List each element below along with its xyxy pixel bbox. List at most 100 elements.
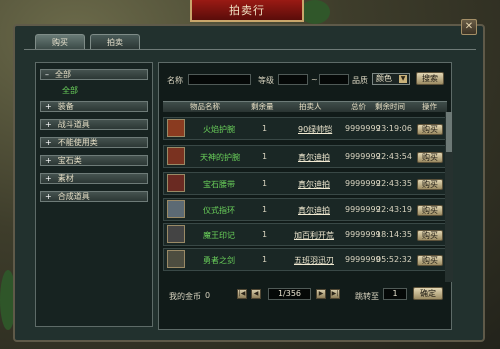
quality-label: 品质 xyxy=(352,76,368,85)
jump-page-input[interactable]: 1 xyxy=(383,288,407,300)
category-synthesis[interactable]: + 合成道具 xyxy=(40,191,148,202)
category-label: 素材 xyxy=(57,174,74,183)
footer-bar: 我的金币 0 |◀ ◀ 1/356 ▶ ▶| 跳转至 1 确定 xyxy=(163,285,447,303)
item-name: 仪式指环 xyxy=(203,206,235,215)
category-label: 全部 xyxy=(55,70,71,79)
item-time: 22:43:19 xyxy=(376,205,412,214)
category-materials[interactable]: + 素材 xyxy=(40,173,148,184)
collapse-icon: – xyxy=(45,70,49,79)
prev-page-icon[interactable]: ◀ xyxy=(251,289,261,299)
tab-divider xyxy=(24,49,476,50)
item-time: 18:14:35 xyxy=(376,230,412,239)
col-seller: 拍卖人 xyxy=(299,102,322,111)
item-qty: 1 xyxy=(262,152,268,161)
category-unusable[interactable]: + 不能使用类 xyxy=(40,137,148,148)
name-label: 名称 xyxy=(167,76,183,85)
quality-select[interactable]: 颜色 ▼ xyxy=(372,73,410,85)
table-row[interactable]: 天神的护腕 1 真尔迪拍 9999999 22:43:54 购买 xyxy=(163,145,447,168)
seller-link[interactable]: 加百利开荒 xyxy=(294,230,334,241)
page-indicator: 1/356 xyxy=(268,288,311,300)
table-row[interactable]: 宝石腰带 1 真尔迪拍 9999999 22:43:35 购买 xyxy=(163,172,447,195)
table-header: 物品名称 剩余量 拍卖人 总价 剩余时间 操作 xyxy=(163,101,447,112)
seller-link[interactable]: 90绿帅铠 xyxy=(298,124,332,135)
vine-decoration xyxy=(300,0,330,24)
seller-link[interactable]: 真尔迪拍 xyxy=(298,152,330,163)
buy-button[interactable]: 购买 xyxy=(417,152,443,163)
category-label: 不能使用类 xyxy=(57,138,98,147)
seller-link[interactable]: 真尔迪拍 xyxy=(298,205,330,216)
last-page-icon[interactable]: ▶| xyxy=(330,289,340,299)
gold-value: 0 xyxy=(205,291,211,300)
sword-icon xyxy=(167,250,185,268)
category-label: 装备 xyxy=(57,102,74,111)
item-qty: 1 xyxy=(262,179,268,188)
col-time-left: 剩余时间 xyxy=(375,102,405,111)
col-quantity: 剩余量 xyxy=(251,102,274,111)
item-qty: 1 xyxy=(262,230,268,239)
category-label: 宝石类 xyxy=(57,156,82,165)
table-row[interactable]: 火焰护腕 1 90绿帅铠 9999999 23:19:06 购买 xyxy=(163,117,447,140)
range-separator: ~ xyxy=(311,75,318,84)
col-action: 操作 xyxy=(422,102,437,111)
chevron-down-icon: ▼ xyxy=(399,75,407,83)
category-label: 战斗道具 xyxy=(57,120,90,129)
category-equipment[interactable]: + 装备 xyxy=(40,101,148,112)
expand-icon: + xyxy=(45,174,52,183)
expand-icon: + xyxy=(45,192,52,201)
ring-icon xyxy=(167,200,185,218)
next-page-icon[interactable]: ▶ xyxy=(316,289,326,299)
item-time: 22:43:35 xyxy=(376,179,412,188)
window-title: 拍卖行 xyxy=(190,0,304,22)
item-name: 魔王印记 xyxy=(203,231,235,240)
buy-button[interactable]: 购买 xyxy=(417,179,443,190)
expand-icon: + xyxy=(45,138,52,147)
category-gems[interactable]: + 宝石类 xyxy=(40,155,148,166)
search-button[interactable]: 搜索 xyxy=(416,72,444,85)
item-time: 05:52:32 xyxy=(376,255,412,264)
expand-icon: + xyxy=(45,156,52,165)
item-name: 宝石腰带 xyxy=(203,180,235,189)
level-label: 等级 xyxy=(258,76,274,85)
level-min-input[interactable] xyxy=(278,74,308,85)
table-row[interactable]: 仪式指环 1 真尔迪拍 9999999 22:43:19 购买 xyxy=(163,198,447,221)
item-time: 23:19:06 xyxy=(376,124,412,133)
item-name: 火焰护腕 xyxy=(203,125,235,134)
item-time: 22:43:54 xyxy=(376,152,412,161)
buy-button[interactable]: 购买 xyxy=(417,205,443,216)
quality-value: 颜色 xyxy=(376,74,392,83)
table-row[interactable]: 勇者之剑 1 五班羽迅刃 9999999 05:52:32 购买 xyxy=(163,248,447,271)
jump-label: 跳转至 xyxy=(355,292,379,301)
item-qty: 1 xyxy=(262,124,268,133)
gold-label: 我的金币 xyxy=(169,292,201,301)
name-input[interactable] xyxy=(188,74,251,85)
buy-button[interactable]: 购买 xyxy=(417,230,443,241)
close-icon[interactable]: ✕ xyxy=(461,19,477,35)
table-row[interactable]: 魔王印记 1 加百利开荒 9999999 18:14:35 购买 xyxy=(163,223,447,246)
category-sidebar: – 全部 全部 + 装备 + 战斗道具 + 不能使用类 + 宝石类 + 素材 + 合成道具 xyxy=(35,62,153,327)
item-qty: 1 xyxy=(262,255,268,264)
item-name: 天神的护腕 xyxy=(200,153,240,162)
scrollbar[interactable] xyxy=(445,112,453,282)
level-max-input[interactable] xyxy=(319,74,349,85)
subcategory-all[interactable]: 全部 xyxy=(62,85,78,96)
item-qty: 1 xyxy=(262,205,268,214)
item-name: 勇者之剑 xyxy=(203,256,235,265)
category-all[interactable]: – 全部 xyxy=(40,69,148,80)
emblem-icon xyxy=(167,225,185,243)
scrollbar-thumb[interactable] xyxy=(446,112,452,152)
category-battle-items[interactable]: + 战斗道具 xyxy=(40,119,148,130)
seller-link[interactable]: 五班羽迅刃 xyxy=(294,255,334,266)
tab-sell[interactable]: 拍卖 xyxy=(90,34,140,49)
bracer-icon xyxy=(167,119,185,137)
seller-link[interactable]: 真尔迪拍 xyxy=(298,179,330,190)
col-item-name: 物品名称 xyxy=(190,102,220,111)
buy-button[interactable]: 购买 xyxy=(417,124,443,135)
confirm-button[interactable]: 确定 xyxy=(413,287,443,300)
col-price: 总价 xyxy=(351,102,366,111)
tab-buy[interactable]: 购买 xyxy=(35,34,85,49)
first-page-icon[interactable]: |◀ xyxy=(237,289,247,299)
expand-icon: + xyxy=(45,102,52,111)
buy-button[interactable]: 购买 xyxy=(417,255,443,266)
bracer-icon xyxy=(167,147,185,165)
category-label: 合成道具 xyxy=(57,192,90,201)
